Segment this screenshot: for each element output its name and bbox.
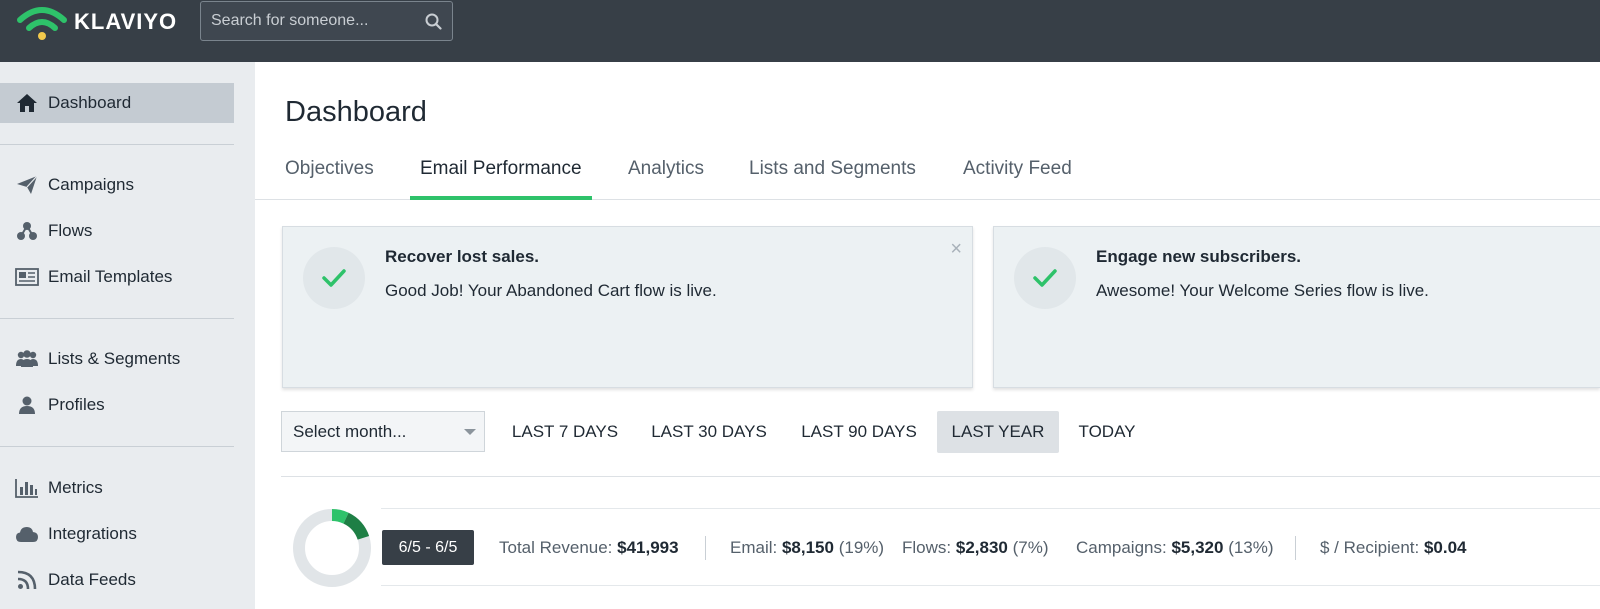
sidebar-item-label: Integrations <box>48 524 137 543</box>
bar-chart-icon <box>14 477 40 499</box>
sidebar-divider <box>0 144 234 145</box>
stat-flows: Flows: $2,830 (7%) <box>902 538 1049 558</box>
users-icon <box>14 348 40 370</box>
chevron-down-icon <box>464 429 476 435</box>
stat-value: $5,320 <box>1171 538 1224 557</box>
card-body: Good Job! Your Abandoned Cart flow is li… <box>385 281 717 300</box>
sidebar-item-label: Flows <box>48 221 93 240</box>
stat-separator <box>705 536 706 560</box>
newspaper-icon <box>14 266 40 288</box>
tab-activity-feed[interactable]: Activity Feed <box>963 158 1072 200</box>
brand-name: KLAVIYO <box>74 9 178 34</box>
search-box[interactable] <box>200 1 453 41</box>
paper-plane-icon <box>14 174 40 196</box>
objective-card-engage-subscribers: Engage new subscribers. Awesome! Your We… <box>993 226 1600 388</box>
month-select[interactable]: Select month... <box>281 411 485 452</box>
sidebar-item-label: Dashboard <box>48 93 132 112</box>
stat-per-recipient: $ / Recipient: $0.04 <box>1320 538 1467 558</box>
filter-divider <box>281 476 1600 477</box>
stat-email: Email: $8,150 (19%) <box>730 538 884 558</box>
sidebar: Dashboard Campaigns Flows Email Template… <box>0 62 255 609</box>
top-bar: KLAVIYO <box>0 0 1600 62</box>
home-icon <box>14 92 40 114</box>
stat-label: Total Revenue: <box>499 538 613 557</box>
range-last-7-days[interactable]: LAST 7 DAYS <box>503 411 627 453</box>
stats-divider-top <box>381 508 1600 509</box>
sidebar-item-campaigns[interactable]: Campaigns <box>0 165 234 205</box>
tab-lists-and-segments[interactable]: Lists and Segments <box>749 158 916 200</box>
flows-icon <box>14 220 40 242</box>
range-last-year[interactable]: LAST YEAR <box>937 411 1059 453</box>
page-title: Dashboard <box>285 96 427 128</box>
stat-campaigns: Campaigns: $5,320 (13%) <box>1076 538 1274 558</box>
rss-icon <box>14 569 40 591</box>
cloud-icon <box>14 523 40 545</box>
stat-separator <box>1295 536 1296 560</box>
stat-value: $8,150 <box>781 538 834 557</box>
stat-label: Flows: <box>902 538 952 557</box>
card-title: Engage new subscribers. <box>1096 247 1302 266</box>
check-circle <box>1014 247 1076 309</box>
tab-analytics[interactable]: Analytics <box>628 158 704 200</box>
sidebar-item-metrics[interactable]: Metrics <box>0 468 234 508</box>
wifi-logo-icon <box>17 7 67 40</box>
sidebar-item-label: Email Templates <box>48 267 173 286</box>
card-body: Awesome! Your Welcome Series flow is liv… <box>1096 281 1429 300</box>
close-icon[interactable]: × <box>950 239 962 259</box>
stat-value: $0.04 <box>1423 538 1467 557</box>
sidebar-item-label: Profiles <box>48 395 105 414</box>
tab-objectives[interactable]: Objectives <box>285 158 374 200</box>
sidebar-item-label: Campaigns <box>48 175 134 194</box>
sidebar-item-flows[interactable]: Flows <box>0 211 234 251</box>
sidebar-item-label: Lists & Segments <box>48 349 181 368</box>
card-title: Recover lost sales. <box>385 247 540 266</box>
sidebar-divider <box>0 318 234 319</box>
sidebar-item-data-feeds[interactable]: Data Feeds <box>0 560 234 600</box>
sidebar-item-label: Data Feeds <box>48 570 136 589</box>
sidebar-item-email-templates[interactable]: Email Templates <box>0 257 234 297</box>
search-input[interactable] <box>201 2 421 40</box>
sidebar-item-integrations[interactable]: Integrations <box>0 514 234 554</box>
stat-label: Campaigns: <box>1076 538 1167 557</box>
sidebar-item-label: Metrics <box>48 478 103 497</box>
range-last-90-days[interactable]: LAST 90 DAYS <box>791 411 927 453</box>
stat-label: Email: <box>730 538 778 557</box>
stat-percent: (19%) <box>838 538 885 557</box>
stat-value: $41,993 <box>617 538 679 557</box>
user-icon <box>14 394 40 416</box>
stat-percent: (13%) <box>1228 538 1274 557</box>
range-last-30-days[interactable]: LAST 30 DAYS <box>641 411 777 453</box>
tab-bar: Objectives Email Performance Analytics L… <box>255 152 1600 200</box>
date-range-badge: 6/5 - 6/5 <box>382 530 474 565</box>
objective-card-recover-sales: Recover lost sales. Good Job! Your Aband… <box>282 226 973 388</box>
stat-label: $ / Recipient: <box>1320 538 1420 557</box>
sidebar-item-profiles[interactable]: Profiles <box>0 385 234 425</box>
month-select-value: Select month... <box>293 421 407 441</box>
donut-segment-campaigns <box>343 512 370 541</box>
sidebar-item-dashboard[interactable]: Dashboard <box>0 83 234 123</box>
main-content: Dashboard Objectives Email Performance A… <box>255 62 1600 609</box>
checkmark-icon <box>322 269 346 287</box>
klaviyo-logo[interactable]: KLAVIYO <box>16 4 177 40</box>
stats-divider-bottom <box>381 585 1600 586</box>
check-circle <box>303 247 365 309</box>
checkmark-icon <box>1033 269 1057 287</box>
search-icon[interactable] <box>425 13 442 30</box>
sidebar-divider <box>0 446 234 447</box>
sidebar-item-lists-segments[interactable]: Lists & Segments <box>0 339 234 379</box>
stat-value: $2,830 <box>955 538 1008 557</box>
revenue-donut-chart <box>293 509 371 587</box>
stat-total-revenue: Total Revenue: $41,993 <box>499 538 679 558</box>
range-today[interactable]: TODAY <box>1069 411 1145 453</box>
stat-percent: (7%) <box>1012 538 1049 557</box>
donut-segment-flows <box>331 509 349 524</box>
tab-email-performance[interactable]: Email Performance <box>410 158 592 200</box>
